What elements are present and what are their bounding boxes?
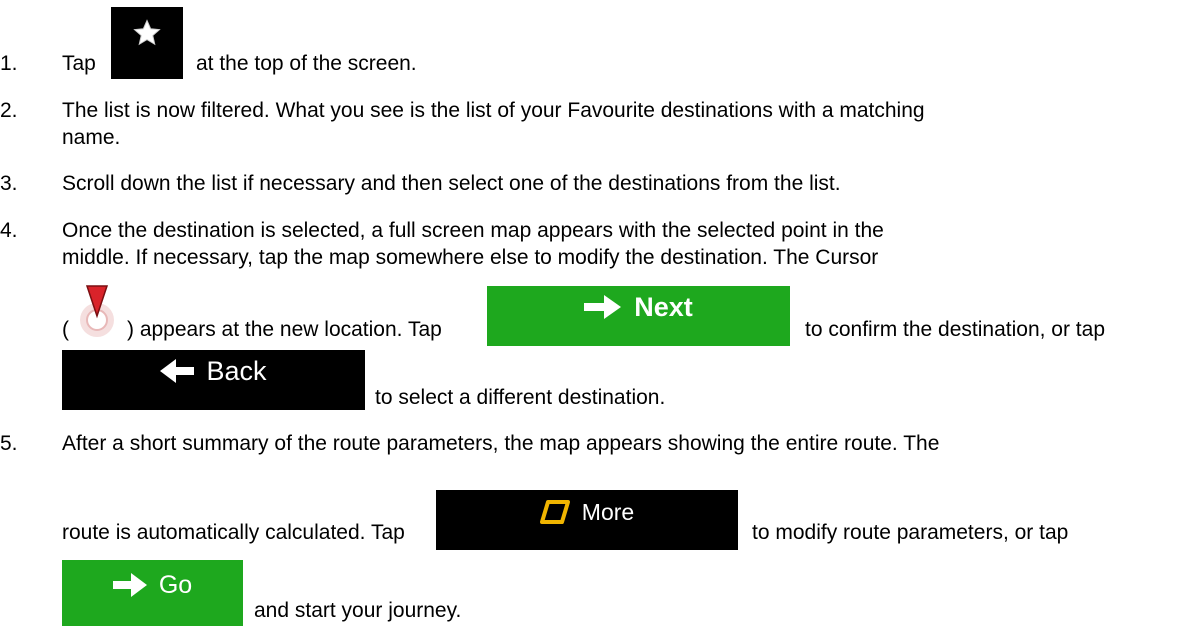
step-4-line-2: middle. If necessary, tap the map somewh…	[62, 246, 879, 269]
step-3-number: 3.	[0, 172, 18, 195]
step-4-text-different: to select a different destination.	[375, 386, 666, 409]
back-label: Back	[206, 355, 267, 386]
step-2-number: 2.	[0, 99, 18, 122]
step-5-number: 5.	[0, 432, 18, 455]
step-2-line-2: name.	[62, 126, 121, 149]
step-4-number: 4.	[0, 219, 18, 242]
more-label: More	[581, 498, 635, 525]
star-icon	[133, 19, 161, 46]
next-button[interactable]: Next	[487, 286, 790, 346]
step-5-text-modify: to modify route parameters, or tap	[752, 521, 1069, 544]
step-4-text-confirm: to confirm the destination, or tap	[805, 318, 1105, 341]
step-5-line-1: After a short summary of the route param…	[62, 432, 940, 455]
step-1-text-b: at the top of the screen.	[196, 52, 417, 75]
step-5-text-journey: and start your journey.	[254, 599, 462, 622]
go-label: Go	[158, 570, 193, 599]
step-1-text-a: Tap	[62, 52, 96, 75]
more-button[interactable]: More	[436, 490, 738, 550]
back-button[interactable]: Back	[62, 350, 365, 410]
step-2-line-1: The list is now filtered. What you see i…	[62, 99, 925, 122]
step-3-line-1: Scroll down the list if necessary and th…	[62, 172, 841, 195]
step-4-paren-open: (	[62, 318, 69, 341]
arrow-right-icon	[112, 573, 147, 597]
arrow-left-icon	[160, 359, 195, 383]
step-4-line-1: Once the destination is selected, a full…	[62, 219, 884, 242]
cursor-pin-icon	[72, 282, 122, 340]
favourites-button[interactable]	[111, 7, 183, 79]
step-5-text-calculated: route is automatically calculated. Tap	[62, 521, 405, 544]
next-label: Next	[634, 291, 693, 322]
go-button[interactable]: Go	[62, 560, 243, 626]
step-4-text-appears: ) appears at the new location. Tap	[127, 318, 442, 341]
step-1-number: 1.	[0, 52, 18, 75]
arrow-right-icon	[584, 295, 622, 319]
more-shape-icon	[539, 500, 570, 524]
